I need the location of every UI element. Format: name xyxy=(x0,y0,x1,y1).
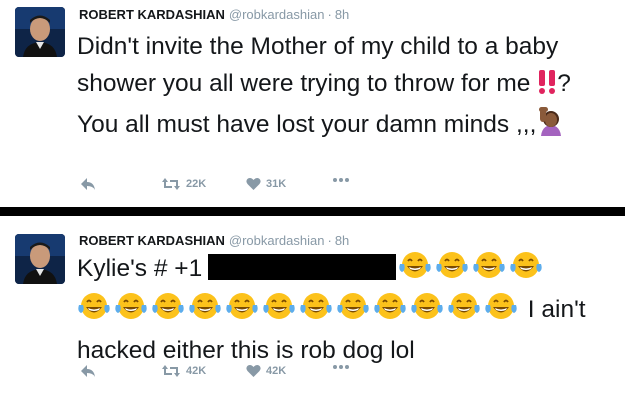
heart-icon xyxy=(246,177,261,191)
like-button[interactable]: 31K xyxy=(246,177,286,191)
tears-of-joy-icon xyxy=(188,291,222,332)
tears-of-joy-icon xyxy=(77,291,111,332)
separator: · xyxy=(327,233,332,248)
like-count: 31K xyxy=(266,178,287,190)
tweet-time[interactable]: 8h xyxy=(335,7,349,22)
user-handle[interactable]: @robkardashian xyxy=(229,7,325,22)
retweet-button[interactable]: 42K xyxy=(161,364,206,378)
avatar[interactable] xyxy=(15,7,65,57)
tweet-1: ROBERT KARDASHIAN @robkardashian · 8h Didn'… xyxy=(0,0,625,207)
more-dots-icon xyxy=(332,364,350,370)
tweet-text: Kylie's # +1 I ain't hacked either this … xyxy=(77,250,617,369)
tears-of-joy-icon xyxy=(299,291,333,332)
like-button[interactable]: 42K xyxy=(246,364,286,378)
retweet-icon xyxy=(161,177,181,191)
more-dots-icon xyxy=(332,177,350,183)
tears-of-joy-icon xyxy=(336,291,370,332)
retweet-button[interactable]: 22K xyxy=(161,177,206,191)
tweet-2: ROBERT KARDASHIAN @robkardashian · 8h Kylie… xyxy=(0,216,625,400)
retweet-count: 42K xyxy=(186,365,207,377)
emoji-group-2 xyxy=(77,293,521,323)
tweet-header: ROBERT KARDASHIAN @robkardashian · 8h xyxy=(79,233,349,248)
facepalm-icon xyxy=(536,106,566,147)
reply-button[interactable] xyxy=(80,364,96,378)
tears-of-joy-icon xyxy=(410,291,444,332)
tears-of-joy-icon xyxy=(151,291,185,332)
tweet-text: Didn't invite the Mother of my child to … xyxy=(77,28,617,147)
reply-button[interactable] xyxy=(80,177,96,191)
tears-of-joy-icon xyxy=(447,291,481,332)
tears-of-joy-icon xyxy=(262,291,296,332)
retweet-count: 22K xyxy=(186,178,207,190)
heart-icon xyxy=(246,364,261,378)
more-button[interactable] xyxy=(332,364,350,370)
reply-icon xyxy=(80,177,96,191)
tears-of-joy-icon xyxy=(472,250,506,291)
avatar[interactable] xyxy=(15,234,65,284)
tears-of-joy-icon xyxy=(114,291,148,332)
tweet-text-before: Kylie's # +1 xyxy=(77,255,203,282)
retweet-icon xyxy=(161,364,181,378)
like-count: 42K xyxy=(266,365,287,377)
more-button[interactable] xyxy=(332,177,350,183)
tears-of-joy-icon xyxy=(484,291,518,332)
tears-of-joy-icon xyxy=(435,250,469,291)
tweet-text-part-1: Didn't invite the Mother of my child to … xyxy=(77,33,559,97)
tears-of-joy-icon xyxy=(509,250,543,291)
emoji-group-1 xyxy=(398,252,546,282)
tears-of-joy-icon xyxy=(225,291,259,332)
display-name[interactable]: ROBERT KARDASHIAN xyxy=(79,7,225,22)
redaction-bar xyxy=(208,254,397,280)
display-name[interactable]: ROBERT KARDASHIAN xyxy=(79,233,225,248)
tears-of-joy-icon xyxy=(398,250,432,291)
separator: · xyxy=(327,7,332,22)
divider xyxy=(0,207,625,216)
double-exclamation-icon xyxy=(537,69,557,106)
tears-of-joy-icon xyxy=(373,291,407,332)
reply-icon xyxy=(80,364,96,378)
tweet-time[interactable]: 8h xyxy=(335,233,349,248)
user-handle[interactable]: @robkardashian xyxy=(229,233,325,248)
tweet-header: ROBERT KARDASHIAN @robkardashian · 8h xyxy=(79,7,349,22)
